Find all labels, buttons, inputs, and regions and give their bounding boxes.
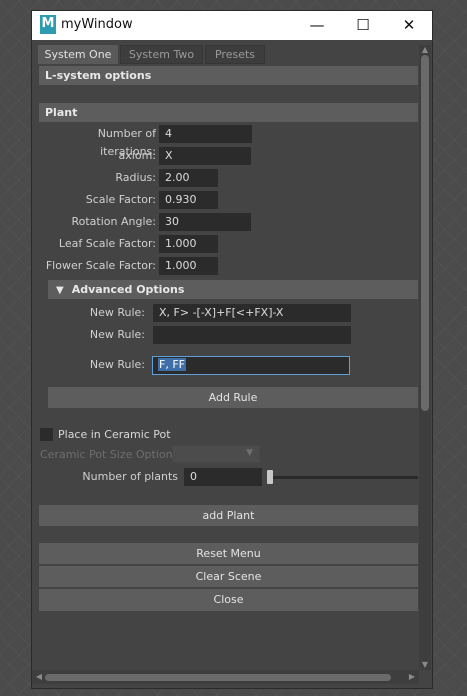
radius-field[interactable]: 2.00 xyxy=(159,169,218,187)
collapse-arrow-icon: ▼ xyxy=(56,285,64,296)
horizontal-scroll-thumb[interactable] xyxy=(45,674,391,681)
close-window-button[interactable]: ✕ xyxy=(386,11,432,40)
rule-1-field[interactable]: X, F> -[-X]+F[<+FX]-X xyxy=(153,304,351,322)
rotation-angle-field[interactable]: 30 xyxy=(159,213,251,231)
scale-factor-label: Scale Factor: xyxy=(85,193,156,206)
radius-label: Radius: xyxy=(115,171,156,184)
advanced-options-header[interactable]: ▼ Advanced Options xyxy=(48,280,418,299)
rule-3-field[interactable]: F, FF xyxy=(152,356,350,375)
scroll-right-icon[interactable]: ▶ xyxy=(407,672,417,682)
num-plants-field[interactable]: 0 xyxy=(184,468,262,486)
leaf-scale-field[interactable]: 1.000 xyxy=(159,235,218,253)
plant-section-header[interactable]: Plant xyxy=(39,103,418,122)
scroll-left-icon[interactable]: ◀ xyxy=(34,672,44,682)
ceramic-pot-checkbox[interactable] xyxy=(40,428,53,441)
window-title: myWindow xyxy=(61,17,133,32)
rule-1-label: New Rule: xyxy=(89,306,145,319)
iterations-field[interactable]: 4 xyxy=(159,125,252,143)
tab-presets[interactable]: Presets xyxy=(205,45,265,64)
advanced-options-label: Advanced Options xyxy=(71,283,185,296)
num-plants-label: Number of plants xyxy=(82,470,178,483)
scroll-up-icon[interactable]: ▲ xyxy=(419,45,431,55)
minimize-button[interactable]: — xyxy=(294,11,340,40)
rule-2-label: New Rule: xyxy=(89,328,145,341)
tab-system-one[interactable]: System One xyxy=(38,45,118,64)
rule-3-label: New Rule: xyxy=(89,358,145,371)
ceramic-pot-label: Place in Ceramic Pot xyxy=(58,428,171,441)
leaf-scale-label: Leaf Scale Factor: xyxy=(58,237,156,250)
pot-size-label: Ceramic Pot Size Options xyxy=(40,448,179,461)
dropdown-arrow-icon: ▼ xyxy=(246,448,253,458)
pot-size-dropdown[interactable]: ▼ xyxy=(172,445,260,463)
axiom-label: axiom: xyxy=(118,149,156,162)
maximize-button[interactable]: ☐ xyxy=(340,11,386,40)
close-button[interactable]: Close xyxy=(39,589,418,611)
lsystem-options-header[interactable]: L-system options xyxy=(39,66,418,85)
rule-3-selected-text: F, FF xyxy=(158,358,186,371)
clear-scene-button[interactable]: Clear Scene xyxy=(39,566,418,588)
rule-2-field[interactable] xyxy=(153,326,351,344)
maya-app-icon: M xyxy=(40,15,56,34)
flower-scale-label: Flower Scale Factor: xyxy=(45,259,156,272)
axiom-field[interactable]: X xyxy=(159,147,251,165)
add-rule-button[interactable]: Add Rule xyxy=(48,387,418,408)
vertical-scroll-thumb[interactable] xyxy=(421,55,429,411)
flower-scale-field[interactable]: 1.000 xyxy=(159,257,218,275)
num-plants-slider-track[interactable] xyxy=(268,476,418,479)
num-plants-slider-handle[interactable] xyxy=(267,470,273,484)
rotation-angle-label: Rotation Angle: xyxy=(71,215,156,228)
scale-factor-field[interactable]: 0.930 xyxy=(159,191,218,209)
add-plant-button[interactable]: add Plant xyxy=(39,505,418,526)
scroll-down-icon[interactable]: ▼ xyxy=(419,660,431,670)
title-bar[interactable]: M myWindow — ☐ ✕ xyxy=(32,11,432,40)
tab-system-two[interactable]: System Two xyxy=(120,45,203,64)
reset-menu-button[interactable]: Reset Menu xyxy=(39,543,418,565)
